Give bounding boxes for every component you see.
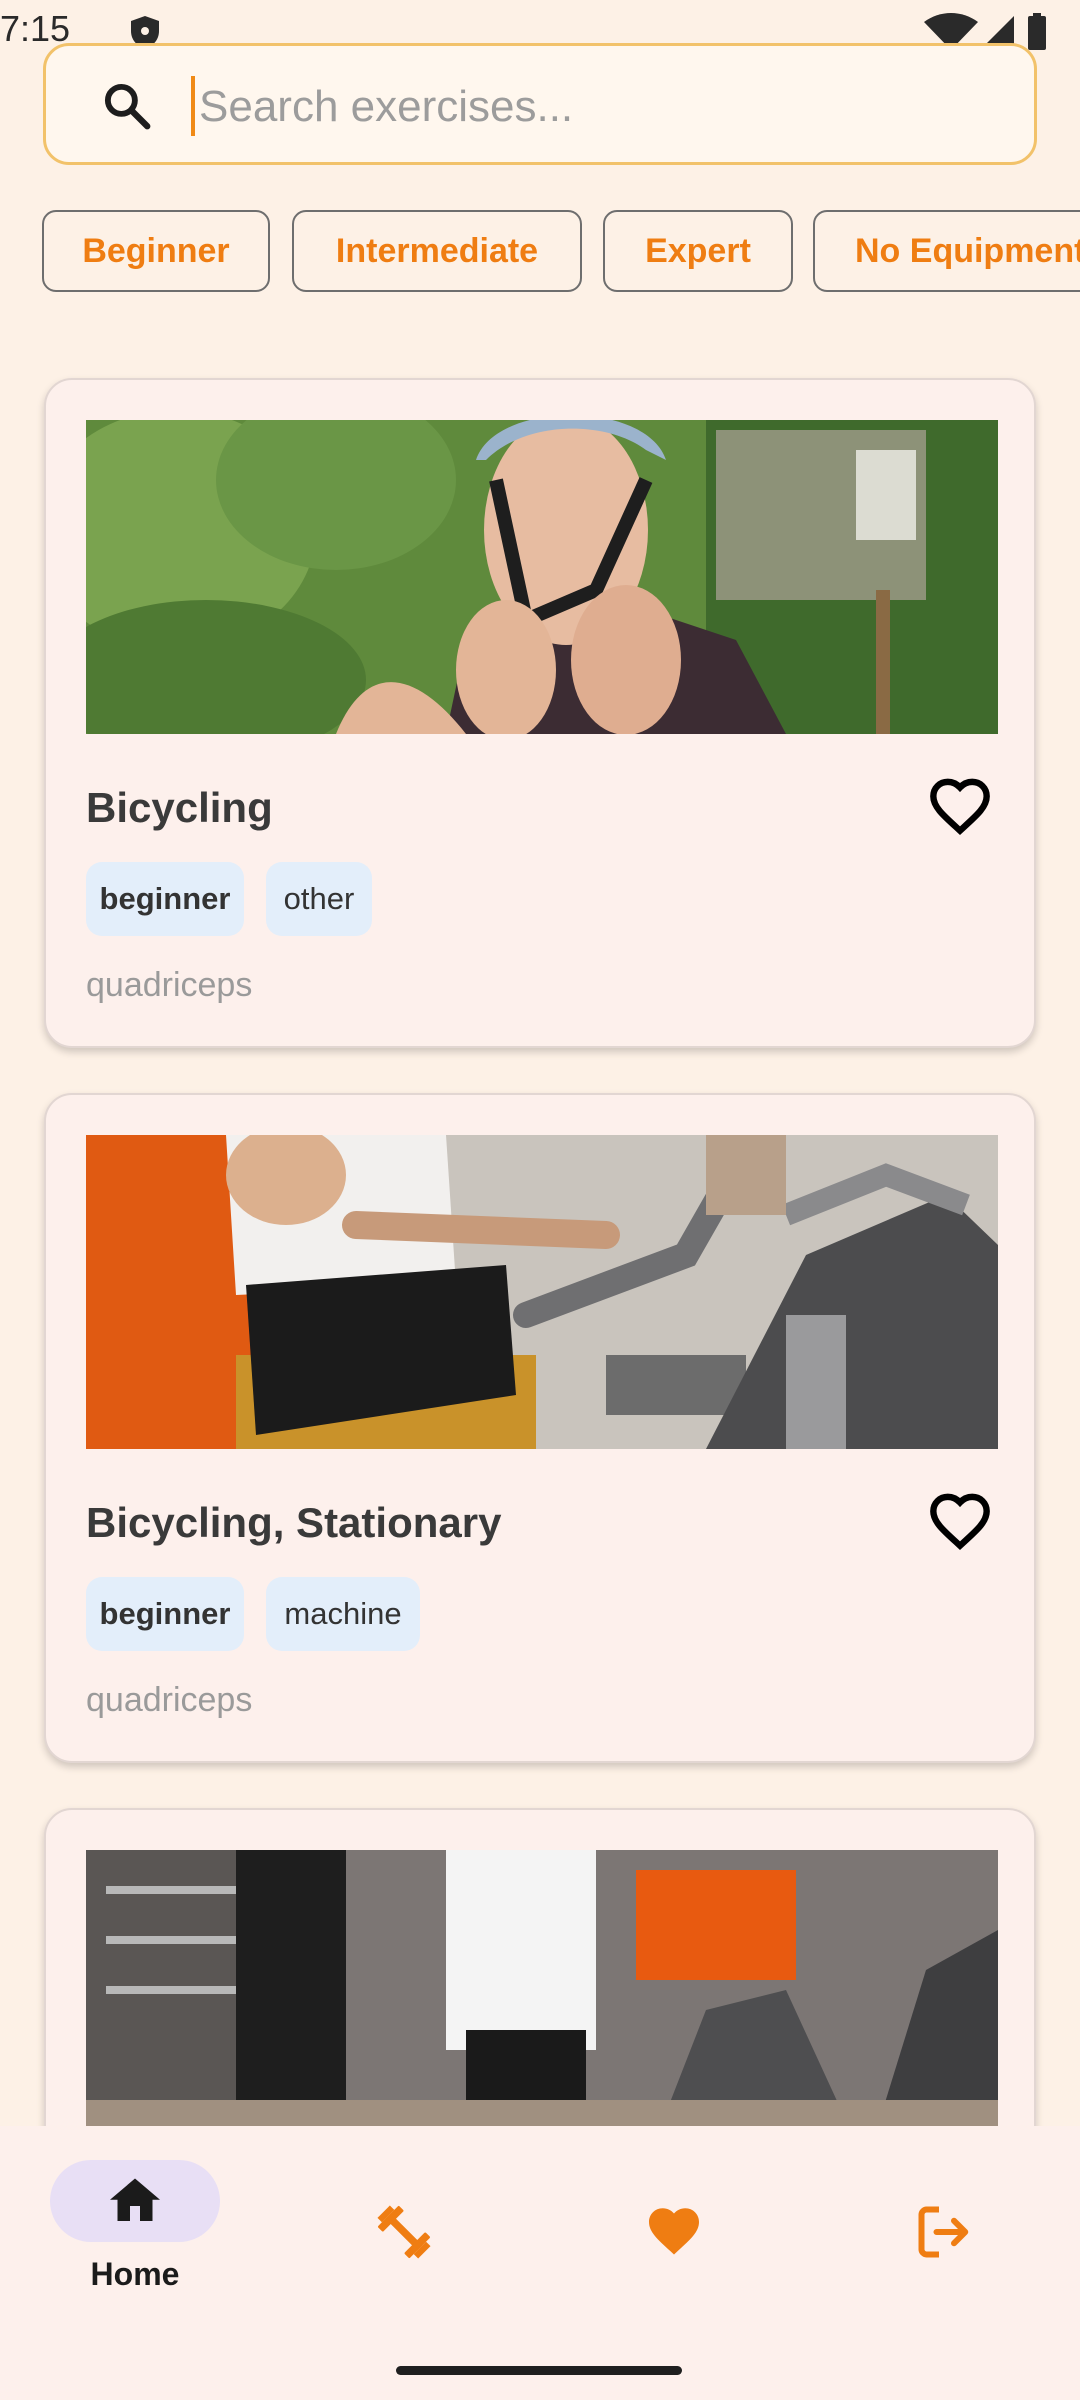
favorite-heart-outline-icon[interactable] — [928, 1491, 992, 1555]
target-muscle: quadriceps — [86, 966, 253, 1004]
category-tag: other — [266, 862, 372, 936]
filter-chip-expert[interactable]: Expert — [603, 210, 793, 292]
exercise-card[interactable]: Bicycling, Stationary beginner machine q… — [44, 1093, 1036, 1763]
filter-chip-beginner[interactable]: Beginner — [42, 210, 270, 292]
category-tag: machine — [266, 1577, 420, 1651]
exercise-image — [86, 420, 998, 734]
target-muscle: quadriceps — [86, 1681, 253, 1719]
nav-home[interactable]: Home — [50, 2160, 220, 2300]
battery-icon — [1028, 13, 1046, 50]
level-tag: beginner — [86, 1577, 244, 1651]
app-screen: 7:15 Beginner Intermediate — [0, 0, 1080, 2400]
favorite-heart-outline-icon[interactable] — [928, 776, 992, 840]
dumbbell-icon — [377, 2205, 431, 2259]
search-icon — [104, 83, 151, 130]
search-box[interactable] — [43, 43, 1037, 165]
exercise-card[interactable]: Bicycling beginner other quadriceps — [44, 378, 1036, 1048]
filter-chip-no-equipment[interactable]: No Equipment — [813, 210, 1080, 292]
bottom-navigation: Home — [0, 2126, 1080, 2400]
nav-favorites[interactable] — [589, 2160, 759, 2300]
exercise-title: Bicycling — [86, 784, 273, 831]
home-indicator[interactable] — [396, 2366, 682, 2375]
filter-chips: Beginner Intermediate Expert No Equipmen… — [42, 210, 1080, 292]
heart-icon — [649, 2208, 699, 2255]
logout-icon — [918, 2206, 969, 2258]
exercise-title: Bicycling, Stationary — [86, 1499, 502, 1546]
nav-home-label: Home — [90, 2256, 180, 2292]
home-icon — [110, 2178, 160, 2221]
exercise-image — [86, 1135, 998, 1449]
nav-logout[interactable] — [859, 2160, 1029, 2300]
exercise-image — [86, 1850, 998, 2164]
nav-workouts[interactable] — [319, 2160, 489, 2300]
level-tag: beginner — [86, 862, 244, 936]
filter-chip-intermediate[interactable]: Intermediate — [292, 210, 582, 292]
search-input[interactable] — [189, 66, 1009, 148]
